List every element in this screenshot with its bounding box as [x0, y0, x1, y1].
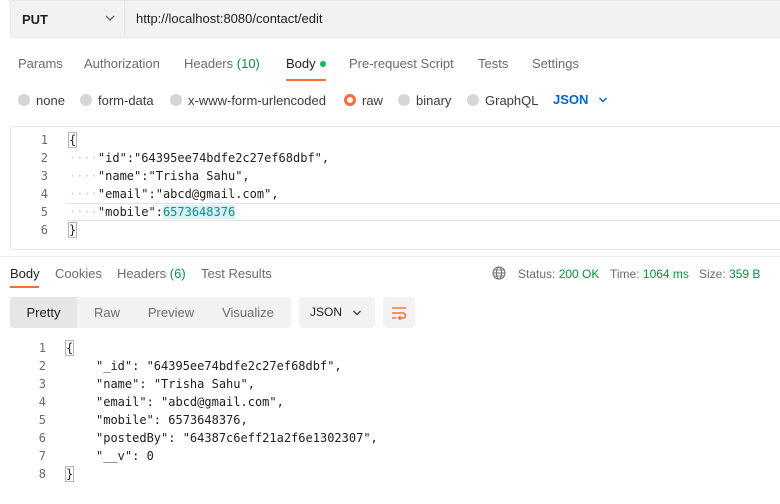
chevron-down-icon [353, 310, 361, 316]
body-type-selector: none form-data x-www-form-urlencoded raw… [0, 88, 780, 112]
method-label: PUT [22, 11, 48, 27]
response-format-select[interactable]: JSON [299, 297, 375, 328]
indent-guide: ···· [69, 205, 98, 219]
radio-x-www-form-urlencoded[interactable]: x-www-form-urlencoded [170, 88, 326, 112]
radio-circle-icon [398, 94, 410, 106]
view-visualize-button[interactable]: Visualize [205, 297, 291, 328]
status-code[interactable]: 200 OK [559, 267, 600, 281]
active-tab-indicator [286, 79, 326, 81]
indent-guide: ···· [69, 187, 98, 201]
code-line: 2 ····"id":"64395ee74bdfe2c27ef68dbf", [40, 151, 330, 165]
response-body-viewer[interactable]: 1 { 2 "_id": "64395ee74bdfe2c27ef68dbf",… [0, 338, 780, 488]
tab-params[interactable]: Params [18, 50, 63, 78]
tab-body[interactable]: Body [286, 50, 326, 78]
res-tab-cookies[interactable]: Cookies [55, 262, 102, 286]
request-tabs: Params Authorization Headers (10) Body P… [0, 50, 780, 81]
tab-tests[interactable]: Tests [478, 50, 508, 78]
close-brace: } [67, 222, 78, 238]
size-meta: Size: 359 B [699, 267, 761, 281]
radio-circle-icon [170, 94, 182, 106]
tab-authorization[interactable]: Authorization [84, 50, 160, 78]
selected-text: 6573648376 [162, 205, 236, 219]
radio-circle-icon [80, 94, 92, 106]
open-brace: { [67, 132, 78, 148]
code-line: 3 ····"name":"Trisha Sahu", [40, 169, 250, 183]
code-line: 5 ····"mobile":6573648376 [40, 205, 236, 219]
code-line: 2 "_id": "64395ee74bdfe2c27ef68dbf", [38, 359, 342, 373]
view-pretty-button[interactable]: Pretty [10, 297, 77, 328]
pane-resizer[interactable] [0, 256, 780, 257]
radio-circle-icon [18, 94, 30, 106]
response-size[interactable]: 359 B [729, 267, 760, 281]
wrap-lines-button[interactable] [383, 297, 415, 328]
response-time[interactable]: 1064 ms [643, 267, 689, 281]
open-brace: { [64, 340, 75, 356]
code-line: 4 "email": "abcd@gmail.com", [38, 395, 284, 409]
url-input[interactable]: http://localhost:8080/contact/edit [125, 0, 780, 38]
view-raw-button[interactable]: Raw [77, 297, 137, 328]
radio-circle-icon [467, 94, 479, 106]
wrap-lines-icon [392, 306, 407, 320]
globe-icon[interactable] [492, 266, 506, 280]
body-active-dot-icon [319, 60, 326, 67]
code-line: 3 "name": "Trisha Sahu", [38, 377, 255, 391]
view-mode-group: Pretty Raw Preview Visualize [10, 297, 291, 328]
code-line: 1 { [38, 340, 75, 356]
headers-count: (10) [236, 56, 260, 71]
body-format-select[interactable]: JSON [553, 88, 608, 112]
code-line: 4 ····"email":"abcd@gmail.com", [40, 187, 279, 201]
time-meta: Time: 1064 ms [610, 267, 689, 281]
tab-pre-request-script[interactable]: Pre-request Script [349, 50, 454, 78]
chevron-down-icon [105, 15, 115, 21]
request-url-bar: PUT http://localhost:8080/contact/edit [0, 0, 780, 40]
code-line: 1 { [40, 132, 78, 148]
indent-guide: ···· [69, 151, 98, 165]
tab-settings[interactable]: Settings [532, 50, 579, 78]
code-line: 5 "mobile": 6573648376, [38, 413, 248, 427]
status-meta: Status: 200 OK [518, 267, 600, 281]
radio-binary[interactable]: binary [398, 88, 451, 112]
close-brace: } [64, 466, 75, 482]
radio-selected-icon [344, 94, 356, 106]
radio-none[interactable]: none [18, 88, 65, 112]
radio-graphql[interactable]: GraphQL [467, 88, 538, 112]
radio-form-data[interactable]: form-data [80, 88, 154, 112]
code-line: 6 } [40, 222, 78, 238]
res-tab-headers[interactable]: Headers (6) [117, 262, 186, 286]
chevron-down-icon [599, 97, 608, 103]
method-select[interactable]: PUT [10, 0, 125, 38]
res-tab-test-results[interactable]: Test Results [201, 262, 272, 286]
code-line: 7 "__v": 0 [38, 449, 154, 463]
indent-guide: ···· [69, 169, 98, 183]
request-body-editor[interactable]: 1 { 2 ····"id":"64395ee74bdfe2c27ef68dbf… [10, 126, 780, 250]
radio-raw[interactable]: raw [344, 88, 383, 112]
res-tab-body[interactable]: Body [10, 262, 40, 286]
code-line: 8 } [38, 466, 75, 482]
code-line: 6 "postedBy": "64387c6eff21a2f6e1302307"… [38, 431, 378, 445]
view-preview-button[interactable]: Preview [137, 297, 205, 328]
tab-headers[interactable]: Headers (10) [184, 50, 260, 78]
active-tab-indicator [10, 286, 39, 288]
res-headers-count: (6) [169, 266, 186, 281]
